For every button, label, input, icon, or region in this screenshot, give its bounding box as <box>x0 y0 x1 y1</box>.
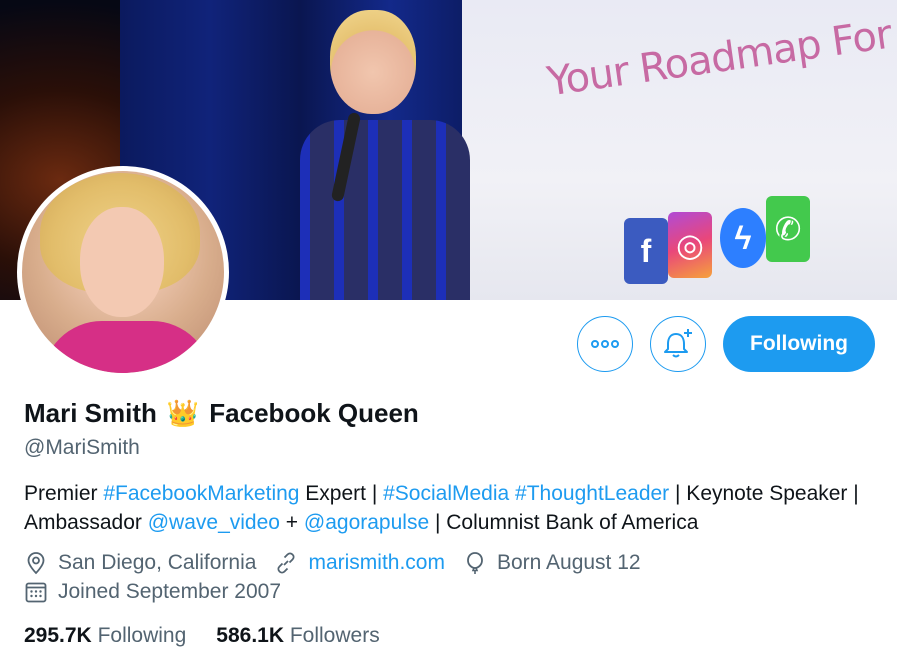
avatar[interactable] <box>17 166 229 378</box>
more-button[interactable] <box>577 316 633 372</box>
birthday-text: Born August 12 <box>496 551 641 574</box>
user-handle: @MariSmith <box>24 436 140 459</box>
hashtag-link[interactable]: #FacebookMarketing <box>103 482 299 505</box>
messenger-icon: ϟ <box>720 208 766 268</box>
bell-plus-icon <box>664 329 692 358</box>
profile-bio: Premier #FacebookMarketing Expert | #Soc… <box>24 479 884 537</box>
profile-meta-joined: Joined September 2007 <box>24 580 299 604</box>
following-label: Following <box>97 624 187 647</box>
bio-text: + <box>279 511 304 534</box>
bio-text: | Columnist Bank of America <box>429 511 699 534</box>
bio-text: Premier <box>24 482 104 505</box>
whatsapp-icon: ✆ <box>766 196 810 262</box>
display-name-first: Mari Smith <box>24 398 157 428</box>
location: San Diego, California <box>24 551 256 575</box>
profile-meta: San Diego, California marismith.com Born… <box>24 551 659 575</box>
following-count: 295.7K <box>24 624 92 647</box>
mention-link[interactable]: @agorapulse <box>304 511 429 534</box>
joined-date: Joined September 2007 <box>24 580 281 604</box>
follow-stats: 295.7K Following 586.1K Followers <box>24 624 410 648</box>
facebook-icon: f <box>624 218 668 284</box>
more-icon <box>591 340 619 348</box>
banner-speaker-head <box>330 10 416 114</box>
location-text: San Diego, California <box>58 551 257 574</box>
birthday: Born August 12 <box>463 551 641 575</box>
following-stat[interactable]: 295.7K Following <box>24 624 186 648</box>
hashtag-link[interactable]: #SocialMedia <box>383 482 509 505</box>
banner-speaker-dress <box>300 120 470 300</box>
joined-text: Joined September 2007 <box>58 580 281 603</box>
display-name-second: Facebook Queen <box>209 398 419 428</box>
following-button[interactable]: Following <box>723 316 875 372</box>
avatar-face <box>80 207 164 317</box>
link-icon <box>277 552 295 574</box>
bio-text: Expert | <box>299 482 384 505</box>
notification-button[interactable] <box>650 316 706 372</box>
display-name: Mari Smith 👑 Facebook Queen <box>24 398 419 429</box>
website-link[interactable]: marismith.com <box>308 551 445 575</box>
mention-link[interactable]: @wave_video <box>148 511 280 534</box>
avatar-shirt <box>42 321 212 373</box>
calendar-icon <box>25 582 47 603</box>
website: marismith.com <box>274 551 445 575</box>
instagram-icon: ◎ <box>668 212 712 278</box>
hashtag-link[interactable]: #ThoughtLeader <box>515 482 669 505</box>
location-pin-icon <box>27 552 45 575</box>
followers-label: Followers <box>289 624 380 647</box>
followers-count: 586.1K <box>216 624 284 647</box>
followers-stat[interactable]: 586.1K Followers <box>216 624 379 648</box>
avatar-photo <box>22 171 224 373</box>
crown-emoji: 👑 <box>166 398 200 428</box>
balloon-icon <box>467 552 483 574</box>
